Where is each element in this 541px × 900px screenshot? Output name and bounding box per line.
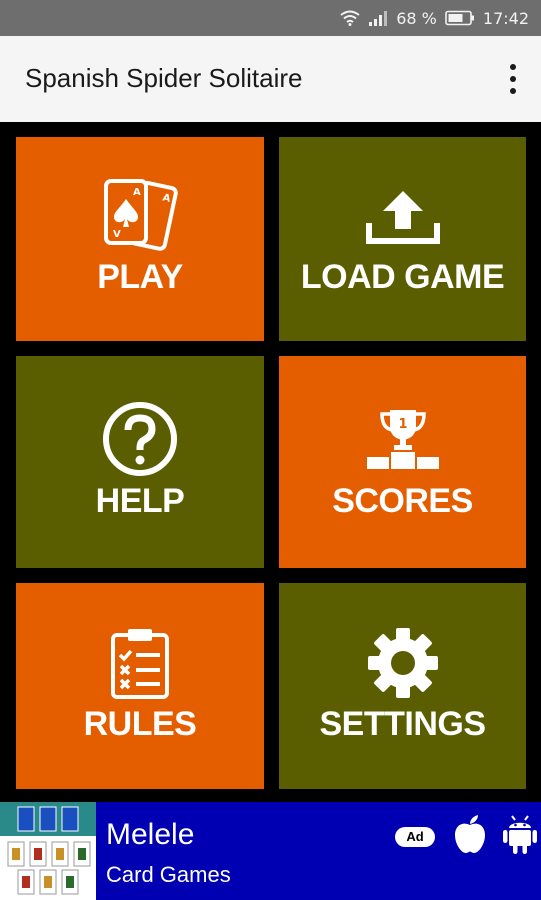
- main-menu-grid: A A V PLAY LOAD GAME HELP 1 SCORES RULES…: [0, 122, 541, 802]
- status-bar: 68 % 17:42: [0, 0, 541, 36]
- clock: 17:42: [482, 8, 529, 28]
- battery-percent: 68 %: [396, 8, 437, 28]
- apple-icon: [452, 814, 488, 859]
- load-game-label: LOAD GAME: [300, 258, 505, 296]
- app-title: Spanish Spider Solitaire: [25, 63, 303, 93]
- battery-icon: [445, 10, 475, 26]
- help-label: HELP: [95, 482, 185, 520]
- play-label: PLAY: [97, 258, 183, 296]
- upload-icon: [279, 187, 526, 247]
- cards-icon: A A V: [16, 175, 264, 257]
- help-button[interactable]: HELP: [16, 356, 264, 568]
- rules-label: RULES: [83, 705, 197, 743]
- trophy-podium-icon: 1: [279, 404, 526, 470]
- signal-icon: [368, 10, 388, 26]
- ad-banner[interactable]: Melele Card Games Ad: [0, 802, 541, 900]
- svg-text:V: V: [113, 229, 121, 240]
- ad-title: Melele: [106, 818, 195, 851]
- overflow-menu-icon[interactable]: [503, 64, 523, 94]
- clipboard-checklist-icon: [16, 627, 264, 699]
- question-icon: [16, 400, 264, 478]
- settings-button[interactable]: SETTINGS: [279, 583, 526, 789]
- app-bar: Spanish Spider Solitaire: [0, 36, 541, 122]
- ad-thumbnail: [0, 802, 96, 900]
- wifi-icon: [340, 10, 360, 26]
- gear-icon: [279, 625, 526, 701]
- play-button[interactable]: A A V PLAY: [16, 137, 264, 341]
- android-icon: [503, 813, 537, 860]
- scores-label: SCORES: [332, 482, 473, 520]
- ad-subtitle: Card Games: [106, 862, 231, 887]
- scores-button[interactable]: 1 SCORES: [279, 356, 526, 568]
- svg-text:1: 1: [398, 417, 407, 432]
- ad-badge: Ad: [395, 827, 435, 847]
- svg-text:A: A: [133, 187, 141, 198]
- settings-label: SETTINGS: [319, 705, 486, 743]
- load-game-button[interactable]: LOAD GAME: [279, 137, 526, 341]
- rules-button[interactable]: RULES: [16, 583, 264, 789]
